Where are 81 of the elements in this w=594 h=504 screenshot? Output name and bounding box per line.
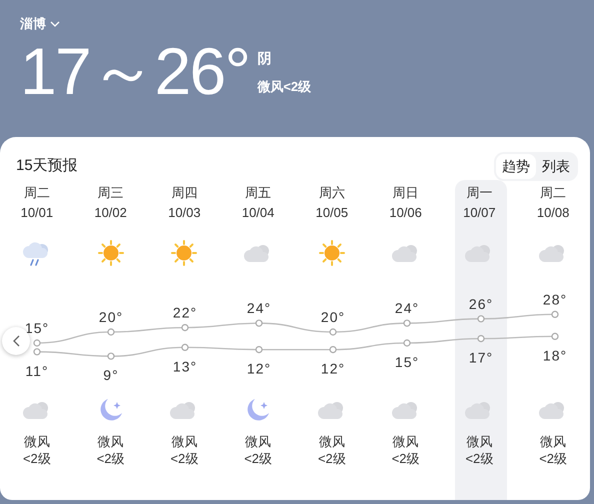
selected-day-highlight[interactable] (455, 180, 507, 500)
weather-condition: 阴 (257, 49, 272, 68)
low-temperature: 13° (172, 358, 198, 374)
wind-level: <2级 (465, 450, 494, 467)
chevron-left-icon (12, 335, 20, 347)
date-label: 10/02 (94, 204, 127, 222)
low-temperature: 9° (103, 367, 119, 384)
data-point (255, 320, 263, 327)
data-point (255, 346, 263, 354)
data-point (551, 332, 559, 340)
data-point (403, 320, 411, 327)
high-temperature: 26° (468, 296, 494, 312)
wind-label: 微风 (98, 433, 124, 450)
high-temperature: 24° (394, 300, 420, 316)
wind-level: <2级 (392, 450, 420, 467)
high-temperature: 20° (98, 309, 124, 325)
wind-level: <2级 (170, 450, 198, 467)
high-temperature: 22° (172, 304, 198, 321)
wind-info: 微风<2级 (257, 78, 312, 96)
chevron-down-icon[interactable] (50, 20, 60, 27)
data-point (107, 352, 115, 360)
high-temperature: 24° (246, 300, 272, 316)
cloud-icon (22, 400, 51, 420)
forecast-title: 15天预报 (16, 156, 78, 176)
data-point (329, 328, 337, 336)
sun-icon (96, 239, 125, 267)
wind-level: <2级 (539, 450, 568, 467)
weekday-label: 周二 (540, 184, 566, 202)
sun-icon (318, 239, 346, 267)
low-temperature: 11° (25, 362, 49, 379)
weekday-label: 周六 (318, 184, 345, 202)
data-point (477, 335, 485, 342)
cloud-icon (392, 400, 420, 420)
high-temperature: 15° (24, 320, 50, 336)
wind-level: <2级 (22, 450, 51, 467)
wind-label: 微风 (171, 433, 198, 450)
weekday-label: 周二 (24, 184, 50, 202)
cloud-rain-icon (22, 240, 51, 266)
weekday-label: 周五 (245, 184, 272, 202)
low-temperature: 17° (468, 350, 494, 366)
data-point (181, 344, 189, 351)
data-point (107, 328, 115, 336)
weekday-label: 周一 (466, 184, 492, 202)
high-temperature: 20° (320, 309, 346, 325)
wind-level: <2级 (244, 450, 272, 467)
wind-label: 微风 (392, 433, 419, 450)
high-temperature: 28° (542, 291, 568, 308)
wind-level: <2级 (318, 450, 346, 467)
view-tab[interactable]: 列表 (536, 154, 576, 178)
moon-icon (245, 397, 272, 423)
date-label: 10/03 (168, 204, 201, 222)
wind-label: 微风 (24, 433, 50, 450)
weekday-label: 周三 (98, 184, 124, 202)
date-label: 10/01 (20, 204, 54, 222)
wind-label: 微风 (466, 433, 492, 450)
data-point (181, 324, 189, 332)
date-label: 10/08 (536, 204, 570, 222)
cloud-icon (318, 400, 346, 420)
wind-label: 微风 (318, 433, 345, 450)
data-point (329, 346, 337, 354)
data-point (477, 315, 485, 322)
low-temperature: 12° (246, 360, 272, 377)
low-temperature: 15° (394, 354, 420, 370)
date-label: 10/07 (463, 204, 496, 222)
low-temperature: 18° (542, 347, 568, 364)
sun-icon (170, 239, 198, 267)
weekday-label: 周四 (171, 184, 198, 202)
data-point (551, 310, 559, 318)
wind-level: <2级 (96, 450, 125, 467)
cloud-icon (392, 243, 420, 263)
date-label: 10/06 (389, 204, 422, 222)
low-temperature: 12° (320, 360, 346, 377)
moon-icon (98, 397, 124, 423)
data-point (403, 339, 411, 347)
temperature-range: 17～26° (20, 38, 250, 104)
date-label: 10/04 (242, 204, 274, 222)
date-label: 10/05 (316, 204, 348, 222)
weekday-label: 周日 (392, 184, 419, 202)
wind-label: 微风 (540, 433, 566, 450)
wind-label: 微风 (245, 433, 272, 450)
view-tab[interactable]: 趋势 (496, 154, 536, 178)
